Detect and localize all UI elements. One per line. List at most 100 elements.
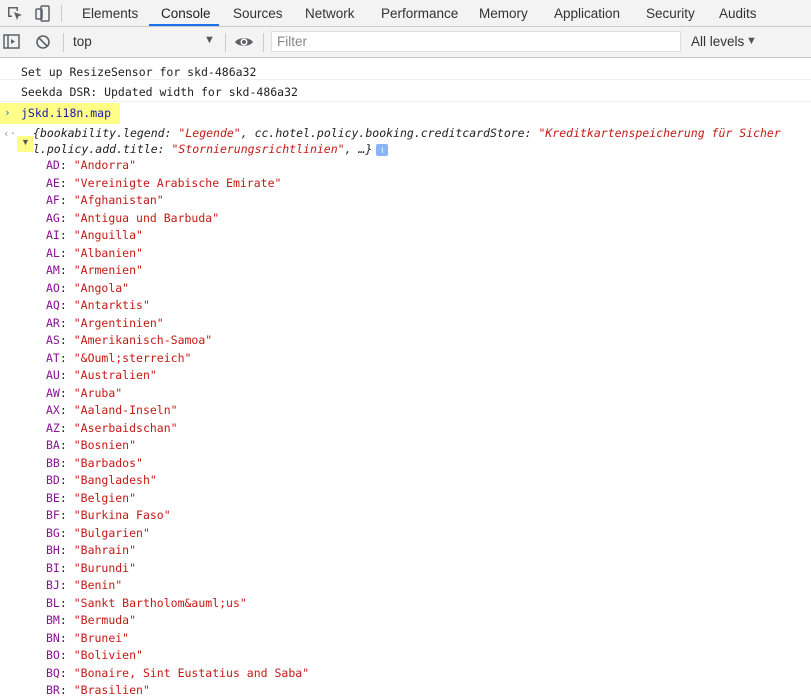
filter-input[interactable] [271,31,681,52]
property-key: AF [46,193,60,207]
property-value: "Burundi" [73,560,137,575]
property-row[interactable]: BQ: "Bonaire, Sint Eustatius and Saba" [46,665,309,683]
property-key: AS [46,333,60,347]
property-row[interactable]: BN: "Brunei" [46,630,309,648]
toolbar-separator [225,33,226,52]
property-row[interactable]: BJ: "Benin" [46,577,309,595]
tab-performance[interactable]: Performance [381,0,458,26]
inspect-element-icon[interactable] [5,4,25,24]
property-row[interactable]: BR: "Brasilien" [46,682,309,700]
property-row[interactable]: BO: "Bolivien" [46,647,309,665]
tab-security[interactable]: Security [646,0,695,26]
property-value: "Argentinien" [73,315,164,330]
property-row[interactable]: BI: "Burundi" [46,560,309,578]
property-row[interactable]: AZ: "Aserbaidschan" [46,420,309,438]
object-preview-line-1[interactable]: {bookability.legend: "Legende", cc.hotel… [33,126,781,140]
property-row[interactable]: AM: "Armenien" [46,262,309,280]
property-key: AR [46,315,60,330]
property-row[interactable]: AX: "Aaland-Inseln" [46,402,309,420]
property-key: AG [46,210,60,225]
property-row[interactable]: AW: "Aruba" [46,385,309,403]
property-value: "Sankt Bartholom&auml;us" [73,595,247,610]
device-toolbar-icon[interactable] [32,4,52,24]
property-key: AL [46,245,60,260]
property-value: "Bermuda" [73,613,137,627]
property-row[interactable]: AR: "Argentinien" [46,315,309,333]
property-colon: : [59,508,74,522]
property-key: BL [46,595,60,610]
console-input-echo: jSkd.i18n.map [21,106,112,120]
property-row[interactable]: BG: "Bulgarien" [46,525,309,543]
property-value: "Armenien" [73,263,143,277]
property-row[interactable]: AD: "Andorra" [46,157,309,175]
property-key: AI [46,228,60,242]
property-row[interactable]: AL: "Albanien" [46,245,309,263]
property-key: AT [46,350,60,365]
property-text: , …} [344,142,373,156]
live-expression-eye-icon[interactable] [234,32,254,52]
property-row[interactable]: AO: "Angola" [46,280,309,298]
property-colon: : [59,263,74,277]
property-value: "Bulgarien" [73,525,150,540]
property-row[interactable]: AU: "Australien" [46,367,309,385]
property-row[interactable]: AF: "Afghanistan" [46,192,309,210]
property-key: BF [46,508,60,522]
property-colon: : [59,298,74,312]
tab-sources[interactable]: Sources [233,0,283,26]
property-row[interactable]: BL: "Sankt Bartholom&auml;us" [46,595,309,613]
property-value: "Burkina Faso" [73,508,171,522]
active-tab-indicator [149,24,219,26]
show-sidebar-icon[interactable] [2,32,22,52]
property-value: "Belgien" [73,490,137,505]
property-colon: : [59,193,74,207]
property-colon: : [59,245,74,260]
property-row[interactable]: BD: "Bangladesh" [46,472,309,490]
tab-network[interactable]: Network [305,0,355,26]
property-text: bookability.legend [39,126,165,140]
property-row[interactable]: AQ: "Antarktis" [46,297,309,315]
info-icon[interactable]: i [376,143,389,156]
clear-console-icon[interactable] [33,32,53,52]
property-row[interactable]: BH: "Bahrain" [46,542,309,560]
property-colon: : [59,648,74,662]
property-row[interactable]: BB: "Barbados" [46,455,309,473]
property-value: "Bosnien" [73,438,137,452]
property-row[interactable]: AS: "Amerikanisch-Samoa" [46,332,309,350]
property-value: "Benin" [73,578,123,592]
property-text: { [33,126,40,140]
property-key: BA [46,438,60,452]
property-colon: : [59,333,74,347]
property-key: AO [46,280,60,295]
property-row[interactable]: AI: "Anguilla" [46,227,309,245]
property-colon: : [59,228,74,242]
property-key: BE [46,490,60,505]
property-row[interactable]: AT: "&Ouml;sterreich" [46,350,309,368]
property-value: "Bonaire, Sint Eustatius and Saba" [73,665,310,680]
property-row[interactable]: AG: "Antigua und Barbuda" [46,210,309,228]
property-row[interactable]: BF: "Burkina Faso" [46,507,309,525]
tab-console[interactable]: Console [161,0,211,26]
property-colon: : [59,560,74,575]
property-text: l.policy.add.title [33,142,158,156]
tab-elements[interactable]: Elements [82,0,138,26]
chevron-down-icon[interactable]: ▼ [746,35,757,47]
expand-triangle-icon[interactable]: ▼ [21,137,30,147]
object-preview-line-2[interactable]: l.policy.add.title: "Stornierungsrichtli… [33,142,389,156]
property-row[interactable]: BA: "Bosnien" [46,437,309,455]
property-value: "Aserbaidschan" [73,420,178,435]
tab-application[interactable]: Application [554,0,620,26]
property-colon: : [59,525,74,540]
context-selector[interactable]: top [73,34,92,49]
log-levels-dropdown[interactable]: All levels [691,34,744,49]
property-colon: : [59,350,74,365]
tab-audits[interactable]: Audits [719,0,757,26]
property-row[interactable]: AE: "Vereinigte Arabische Emirate" [46,175,309,193]
console-message: Set up ResizeSensor for skd-486a32 [0,58,811,80]
property-colon: : [59,175,74,190]
property-value: "Amerikanisch-Samoa" [73,333,213,347]
chevron-down-icon[interactable]: ▼ [204,34,215,46]
property-row[interactable]: BE: "Belgien" [46,490,309,508]
property-value: "Albanien" [73,245,143,260]
property-row[interactable]: BM: "Bermuda" [46,612,309,630]
tab-memory[interactable]: Memory [479,0,528,26]
